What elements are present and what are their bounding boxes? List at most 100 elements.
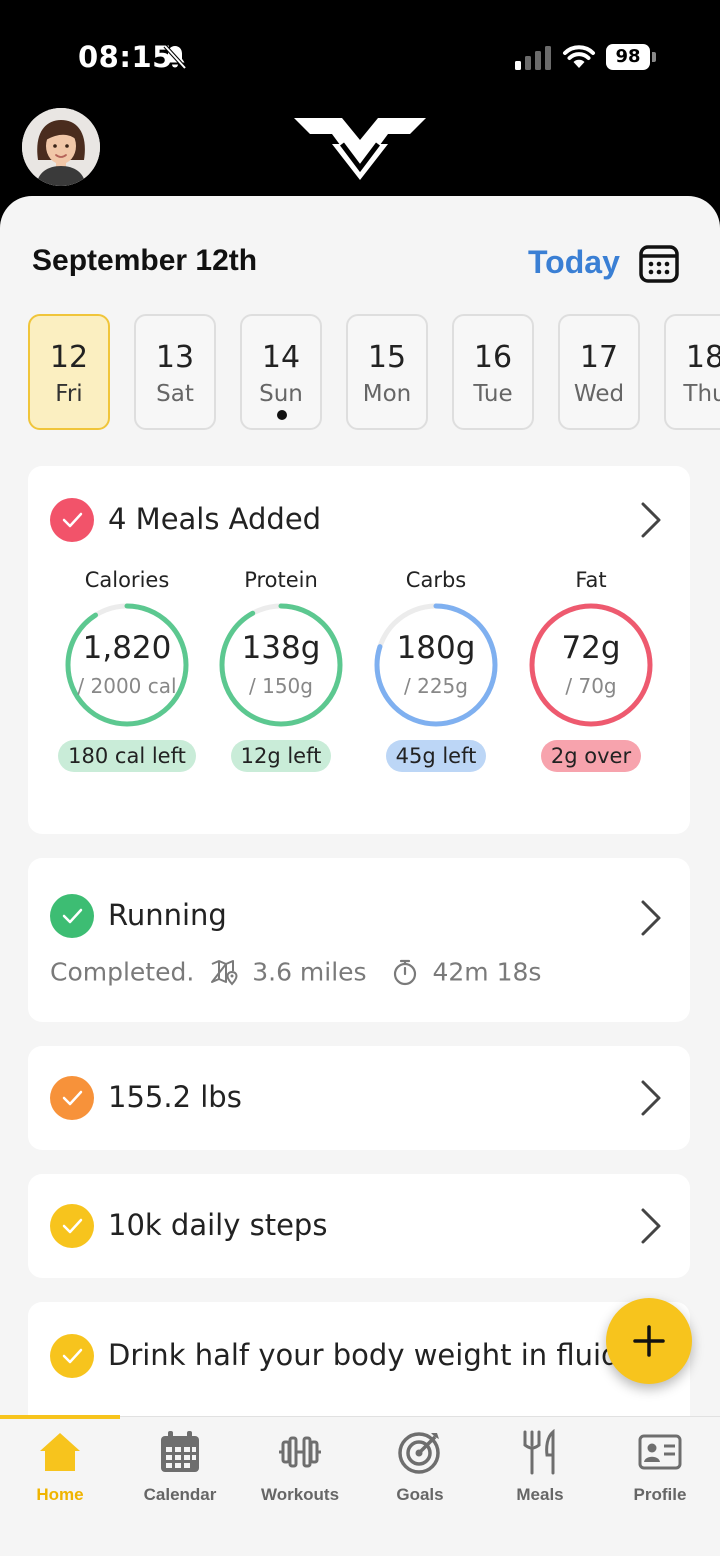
day-item[interactable]: 16 Tue bbox=[452, 314, 534, 430]
day-item[interactable]: 15 Mon bbox=[346, 314, 428, 430]
bottom-tab-bar: Home Calendar Workouts Goals Meals Profi… bbox=[0, 1415, 720, 1556]
target-icon bbox=[398, 1432, 440, 1474]
running-title: Running bbox=[108, 898, 227, 932]
chevron-right-icon bbox=[641, 1080, 661, 1116]
id-card-icon bbox=[638, 1434, 682, 1470]
running-status: Completed. bbox=[50, 957, 195, 987]
tab-calendar[interactable]: Calendar bbox=[120, 1429, 240, 1519]
running-summary: Completed. 3.6 miles 42m 18s bbox=[50, 956, 541, 987]
day-number: 15 bbox=[367, 340, 407, 375]
macro-label: Fat bbox=[575, 568, 607, 592]
steps-check-icon bbox=[50, 1204, 94, 1248]
day-item[interactable]: 14 Sun bbox=[240, 314, 322, 430]
macro-ring: 138g / 150g bbox=[218, 602, 344, 728]
day-name: Thu bbox=[683, 381, 720, 407]
day-name: Wed bbox=[573, 381, 625, 407]
chevron-right-icon bbox=[641, 502, 661, 538]
macro-remaining-badge: 180 cal left bbox=[58, 740, 196, 772]
day-item[interactable]: 18 Thu bbox=[664, 314, 720, 430]
macro-goal: / 2000 cal bbox=[77, 674, 177, 698]
weight-title: 155.2 lbs bbox=[108, 1080, 242, 1114]
macro-remaining-badge: 12g left bbox=[230, 740, 332, 772]
status-bar: 08:15 98 bbox=[0, 0, 720, 110]
tab-home[interactable]: Home bbox=[0, 1429, 120, 1519]
steps-title: 10k daily steps bbox=[108, 1208, 328, 1242]
battery-level: 98 bbox=[606, 44, 650, 70]
weight-check-icon bbox=[50, 1076, 94, 1120]
macro-goal: / 150g bbox=[249, 674, 313, 698]
event-dot bbox=[277, 410, 287, 420]
steps-goal-card[interactable]: 10k daily steps bbox=[28, 1174, 690, 1278]
fluids-check-icon bbox=[50, 1334, 94, 1378]
meals-card[interactable]: 4 Meals Added Calories 1,820 / 2000 cal … bbox=[28, 466, 690, 834]
macro-goal: / 70g bbox=[565, 674, 617, 698]
macro-ring: 72g / 70g bbox=[528, 602, 654, 728]
day-name: Tue bbox=[473, 381, 513, 407]
map-pin-icon bbox=[211, 960, 238, 986]
brand-logo bbox=[294, 118, 426, 180]
stopwatch-icon bbox=[393, 959, 416, 986]
day-number: 12 bbox=[49, 340, 89, 375]
macro-carbs: Carbs 180g / 225g 45g left bbox=[361, 568, 511, 772]
running-duration: 42m 18s bbox=[432, 957, 542, 987]
tab-label: Goals bbox=[396, 1485, 444, 1504]
avatar[interactable] bbox=[22, 108, 100, 186]
day-name: Sat bbox=[156, 381, 194, 407]
meals-check-icon bbox=[50, 498, 94, 542]
tab-label: Workouts bbox=[260, 1485, 340, 1504]
day-name: Mon bbox=[362, 381, 412, 407]
macro-label: Protein bbox=[244, 568, 318, 592]
battery-icon: 98 bbox=[606, 44, 656, 70]
tab-label: Home bbox=[36, 1485, 84, 1504]
status-time: 08:15 bbox=[78, 40, 173, 74]
macro-ring: 1,820 / 2000 cal bbox=[64, 602, 190, 728]
chevron-right-icon bbox=[641, 1208, 661, 1244]
macro-label: Carbs bbox=[405, 568, 467, 592]
macro-remaining-badge: 45g left bbox=[385, 740, 487, 772]
fork-knife-icon bbox=[523, 1429, 555, 1475]
day-name: Fri bbox=[55, 381, 83, 407]
running-card[interactable]: Running Completed. 3.6 miles 42m 18s bbox=[28, 858, 690, 1022]
day-number: 14 bbox=[261, 340, 301, 375]
day-name: Sun bbox=[259, 381, 303, 407]
weight-card[interactable]: 155.2 lbs bbox=[28, 1046, 690, 1150]
macro-goal: / 225g bbox=[404, 674, 468, 698]
running-distance: 3.6 miles bbox=[252, 957, 367, 987]
macro-calories: Calories 1,820 / 2000 cal 180 cal left bbox=[52, 568, 202, 772]
macro-ring: 180g / 225g bbox=[373, 602, 499, 728]
macro-value: 138g bbox=[241, 630, 321, 666]
today-button[interactable]: Today bbox=[528, 244, 620, 281]
macro-value: 1,820 bbox=[82, 630, 172, 666]
signal-icon bbox=[515, 46, 551, 70]
dumbbell-icon bbox=[279, 1436, 321, 1468]
running-check-icon bbox=[50, 894, 94, 938]
day-number: 16 bbox=[473, 340, 513, 375]
tab-label: Meals bbox=[516, 1485, 564, 1504]
calendar-icon bbox=[161, 1431, 199, 1472]
add-entry-button[interactable] bbox=[606, 1298, 692, 1384]
home-icon bbox=[40, 1433, 80, 1471]
day-item[interactable]: 17 Wed bbox=[558, 314, 640, 430]
day-number: 13 bbox=[155, 340, 195, 375]
meals-title: 4 Meals Added bbox=[108, 502, 322, 536]
day-number: 18 bbox=[685, 340, 720, 375]
macro-protein: Protein 138g / 150g 12g left bbox=[206, 568, 356, 772]
tab-profile[interactable]: Profile bbox=[600, 1429, 720, 1519]
active-tab-indicator bbox=[0, 1415, 120, 1419]
fluids-goal-card[interactable]: Drink half your body weight in fluid... bbox=[28, 1302, 690, 1432]
day-number: 17 bbox=[579, 340, 619, 375]
tab-goals[interactable]: Goals bbox=[360, 1429, 480, 1519]
macro-value: 72g bbox=[561, 630, 621, 666]
macro-label: Calories bbox=[84, 568, 170, 592]
tab-workouts[interactable]: Workouts bbox=[240, 1429, 360, 1519]
day-item[interactable]: 12 Fri bbox=[28, 314, 110, 430]
tab-label: Profile bbox=[633, 1485, 687, 1504]
macro-fat: Fat 72g / 70g 2g over bbox=[516, 568, 666, 772]
calendar-icon[interactable] bbox=[638, 242, 680, 284]
chevron-right-icon bbox=[641, 900, 661, 936]
bell-muted-icon bbox=[163, 44, 187, 70]
plus-icon bbox=[633, 1325, 665, 1357]
tab-meals[interactable]: Meals bbox=[480, 1429, 600, 1519]
day-item[interactable]: 13 Sat bbox=[134, 314, 216, 430]
wifi-icon bbox=[563, 45, 595, 68]
